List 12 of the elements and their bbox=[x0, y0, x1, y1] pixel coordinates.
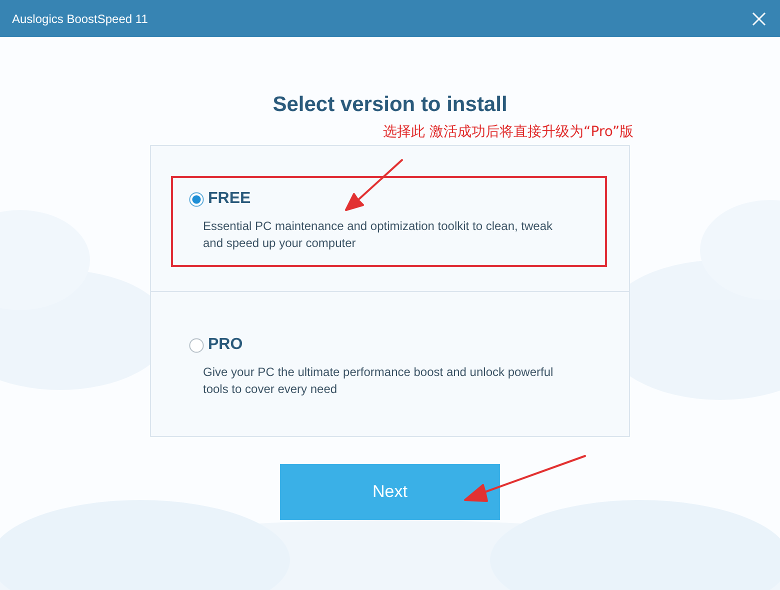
heading: Select version to install bbox=[272, 93, 508, 117]
radio-button[interactable] bbox=[189, 192, 204, 206]
annotation-text: 选择此 激活成功后将直接升级为“Pro”版 bbox=[383, 123, 634, 141]
option-description: Essential PC maintenance and optimization toolkit to clean, tweak and speed up your computer bbox=[203, 218, 554, 252]
arrow-icon bbox=[463, 454, 587, 504]
close-icon[interactable] bbox=[752, 12, 766, 26]
next-button[interactable]: Next bbox=[280, 464, 500, 520]
option-description: Give your PC the ultimate performance boost and unlock powerful tools to cover every need bbox=[203, 364, 554, 398]
option-name: FREE bbox=[208, 190, 251, 208]
option-name: PRO bbox=[208, 336, 243, 354]
radio-button[interactable] bbox=[189, 338, 204, 352]
window-title: Auslogics BoostSpeed 11 bbox=[12, 12, 148, 26]
